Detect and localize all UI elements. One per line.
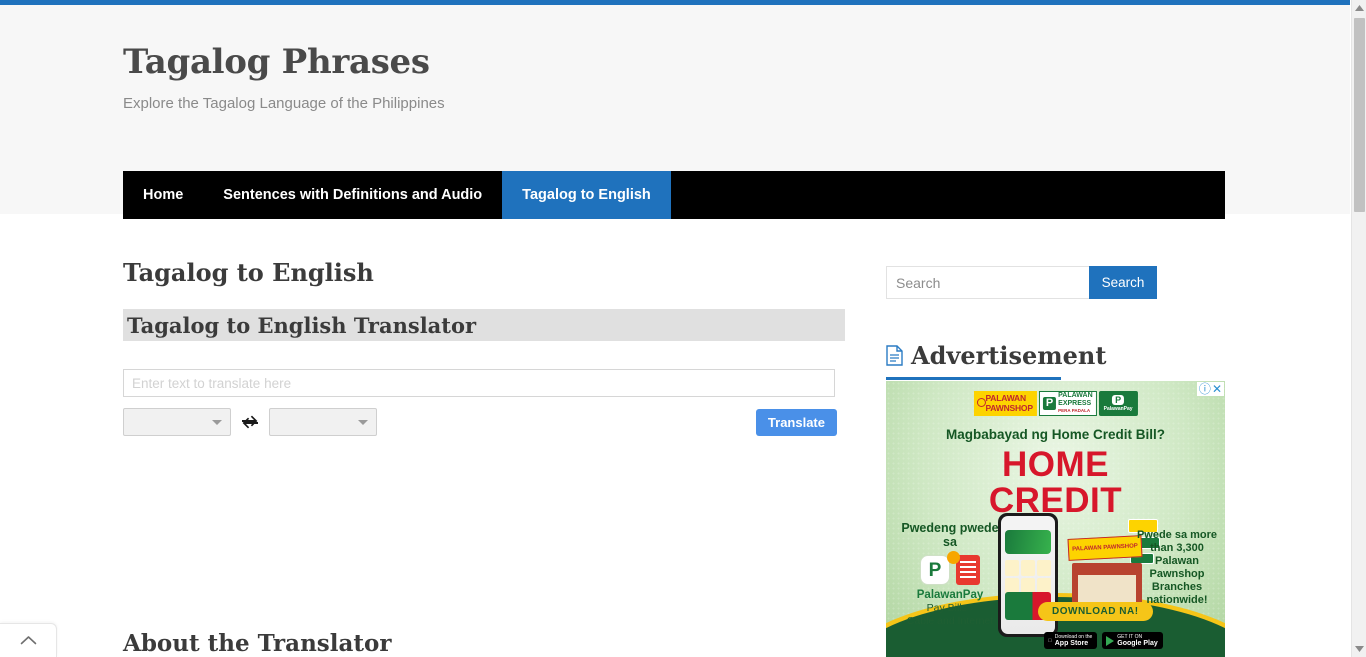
triangle-down-icon (1355, 646, 1364, 652)
sidebar: Search Advertisement (886, 266, 1225, 380)
scrollbar-thumb[interactable] (1354, 18, 1365, 212)
target-language-select[interactable] (269, 408, 377, 436)
about-translator-heading: About the Translator (123, 630, 392, 657)
advertisement-heading-block: Advertisement (886, 341, 1106, 380)
ad-question-text: Magbabayad ng Home Credit Bill? (945, 427, 1166, 442)
translator-controls: Translate (123, 408, 837, 436)
ad-phone-tiles (1005, 560, 1051, 594)
source-language-wrap (123, 408, 231, 436)
primary-navigation: Home Sentences with Definitions and Audi… (123, 171, 1225, 219)
ad-left-line1: Pay Bills › (926, 602, 974, 614)
target-language-wrap (269, 408, 377, 436)
source-language-select[interactable] (123, 408, 231, 436)
document-icon (886, 345, 903, 366)
googleplay-badge[interactable]: GET IT ON Google Play (1102, 632, 1163, 649)
bill-icon (947, 551, 980, 585)
ad-left-icons: P (896, 551, 1004, 585)
nav-item-sentences[interactable]: Sentences with Definitions and Audio (203, 171, 502, 219)
palawanpay-logo: P PalawanPay (1098, 391, 1138, 416)
site-tagline: Explore the Tagalog Language of the Phil… (123, 95, 445, 112)
apple-icon:  (1048, 638, 1052, 644)
ad-download-button[interactable]: DOWNLOAD NA! (1038, 602, 1153, 621)
palawan-pawnshop-logo: PALAWAN PAWNSHOP (973, 391, 1037, 416)
ad-shop-signboard: PALAWAN PAWNSHOP (1067, 535, 1143, 561)
page-scrollbar[interactable] (1351, 0, 1366, 657)
google-play-icon (1106, 635, 1115, 646)
advertisement-banner[interactable]: ⓘ ✕ PALAWAN PAWNSHOP P PALAWAN EXPRESS P… (886, 381, 1225, 657)
search-button[interactable]: Search (1089, 266, 1157, 299)
scrollbar-down-arrow[interactable] (1352, 641, 1366, 657)
advertisement-heading-underline (886, 377, 1061, 380)
main-content: Tagalog to English Tagalog to English Tr… (123, 258, 845, 436)
translate-button[interactable]: Translate (755, 408, 837, 436)
ad-brand-line1: HOME (1002, 445, 1109, 484)
adchoices-controls: ⓘ ✕ (1196, 382, 1224, 396)
ad-logo-row: PALAWAN PAWNSHOP P PALAWAN EXPRESS PERA … (973, 391, 1138, 416)
ad-right-text: Pwede sa more than 3,300 Palawan Pawnsho… (1136, 529, 1218, 606)
ad-close-icon[interactable]: ✕ (1212, 383, 1222, 395)
swap-horizontal-icon[interactable] (241, 415, 259, 429)
chevron-up-icon (20, 636, 36, 645)
ad-left-line2: Cable and Internet (906, 615, 994, 627)
adchoices-info-icon[interactable]: ⓘ (1199, 383, 1211, 395)
appstore-badge[interactable]:  Download on the App Store (1044, 632, 1098, 649)
site-header: Tagalog Phrases Explore the Tagalog Lang… (0, 5, 1351, 219)
browser-viewport: Tagalog Phrases Explore the Tagalog Lang… (0, 0, 1366, 657)
search-input[interactable] (886, 266, 1089, 299)
palawanpay-app-icon: P (920, 555, 950, 585)
ad-left-brand: PalawanPay (916, 589, 984, 601)
scrollbar-up-arrow[interactable] (1352, 0, 1366, 16)
ad-brand-line2: CREDIT (988, 481, 1123, 520)
ad-brand-homecredit: HOME CREDIT (886, 447, 1225, 519)
translator-section-header: Tagalog to English Translator (123, 309, 845, 341)
scroll-to-top-button[interactable] (0, 623, 57, 657)
nav-item-home[interactable]: Home (123, 171, 203, 219)
site-title: Tagalog Phrases (123, 42, 430, 82)
ad-left-block: Pwedeng pwede sa P PalawanPay Pay Bills … (896, 521, 1004, 628)
translate-text-input[interactable] (123, 369, 835, 397)
ad-phone-card (1005, 530, 1051, 554)
page-title: Tagalog to English (123, 258, 374, 287)
triangle-up-icon (1355, 5, 1364, 11)
search-form: Search (886, 266, 1225, 299)
translator-section-title: Tagalog to English Translator (127, 312, 477, 338)
palawan-express-logo: P PALAWAN EXPRESS PERA PADALA (1038, 391, 1097, 416)
nav-item-tagalog-to-english[interactable]: Tagalog to English (502, 171, 671, 219)
advertisement-heading: Advertisement (886, 341, 1106, 375)
ad-store-badges:  Download on the App Store GET IT ON Go… (1044, 632, 1163, 649)
advertisement-heading-label: Advertisement (911, 341, 1107, 370)
ad-left-title: Pwedeng pwede sa (901, 521, 999, 549)
